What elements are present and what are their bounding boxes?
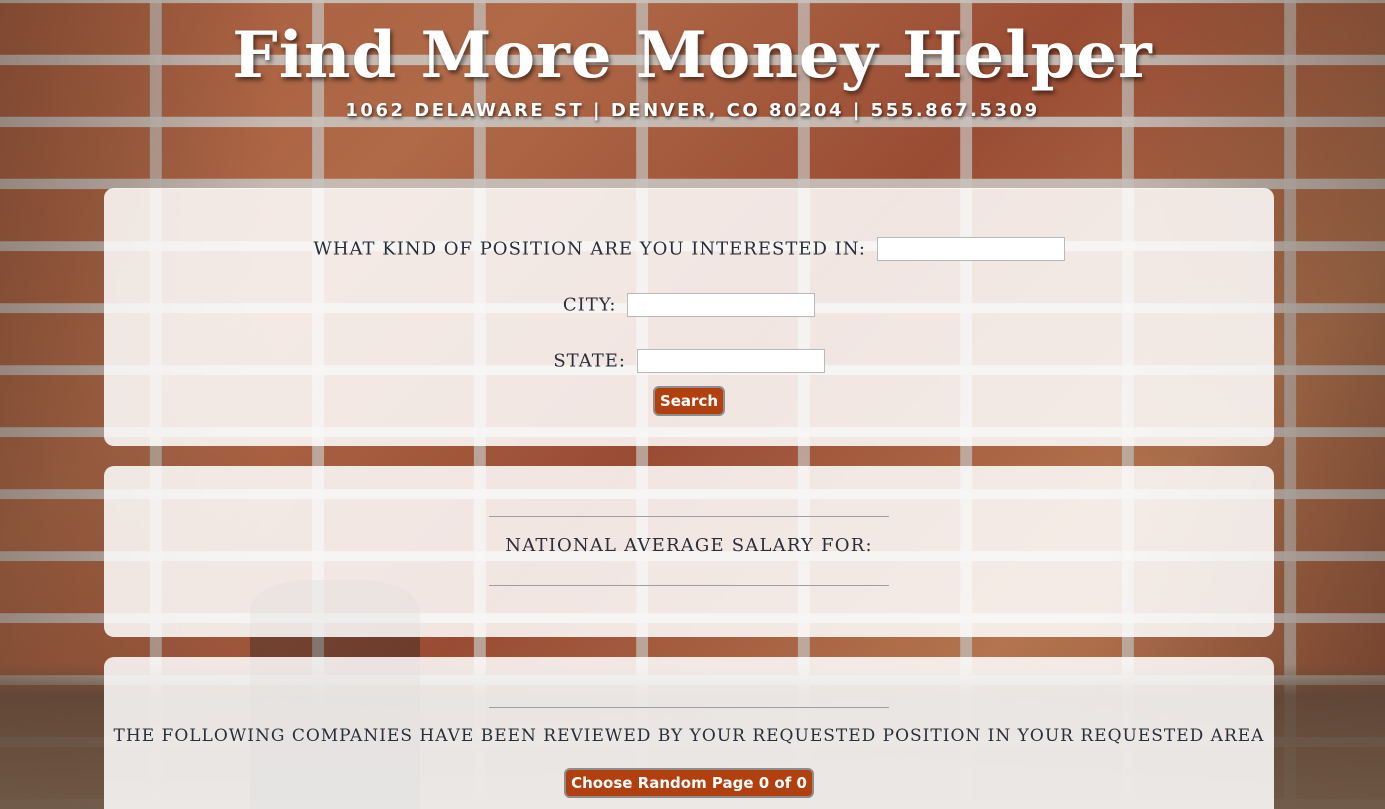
state-label: STATE: [553,350,626,372]
state-row: STATE: [104,349,1274,373]
search-panel: WHAT KIND OF POSITION ARE YOU INTERESTED… [104,188,1274,446]
companies-panel: THE FOLLOWING COMPANIES HAVE BEEN REVIEW… [104,657,1274,809]
city-label: CITY: [562,294,617,316]
average-salary-panel: NATIONAL AVERAGE SALARY FOR: [104,466,1274,637]
divider-top [489,516,889,517]
search-button-wrap: Search [104,386,1274,416]
companies-title: THE FOLLOWING COMPANIES HAVE BEEN REVIEW… [113,726,1265,746]
average-salary-title: NATIONAL AVERAGE SALARY FOR: [505,535,873,556]
site-header: Find More Money Helper 1062 DELAWARE ST … [0,0,1385,170]
site-address: 1062 DELAWARE ST | DENVER, CO 80204 | 55… [345,100,1040,121]
city-row: CITY: [104,293,1274,317]
random-page-button[interactable]: Choose Random Page 0 of 0 [564,768,814,798]
position-input[interactable] [876,237,1065,261]
random-page-button-wrap: Choose Random Page 0 of 0 [104,768,1274,798]
position-row: WHAT KIND OF POSITION ARE YOU INTERESTED… [104,237,1274,261]
divider-bottom [489,585,889,586]
position-label: WHAT KIND OF POSITION ARE YOU INTERESTED… [313,238,866,260]
divider-top [489,707,889,708]
site-title: Find More Money Helper [232,18,1153,93]
state-input[interactable] [636,349,825,373]
city-input[interactable] [627,293,816,317]
search-button[interactable]: Search [652,386,726,416]
